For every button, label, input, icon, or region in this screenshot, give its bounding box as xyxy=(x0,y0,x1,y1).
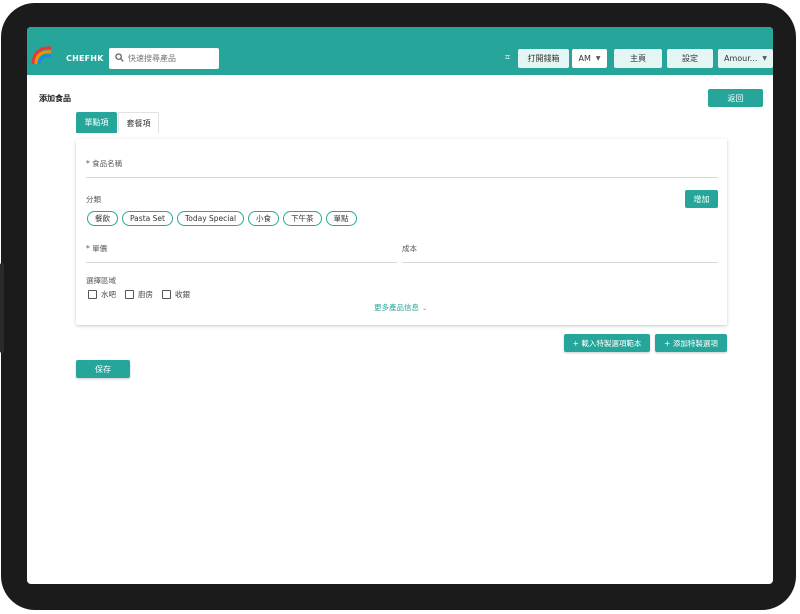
add-category-button[interactable]: 增加 xyxy=(685,190,718,208)
category-chip[interactable]: 小食 xyxy=(248,211,280,226)
chevron-down-icon: ⌄ xyxy=(422,305,428,312)
area-bar-label: 水吧 xyxy=(101,290,116,299)
cost-input[interactable] xyxy=(402,262,718,263)
category-chip[interactable]: 下午茶 xyxy=(283,211,322,226)
add-option-label: + 添加特製選項 xyxy=(664,338,718,348)
save-label: 保存 xyxy=(95,364,111,374)
open-cash-drawer-button[interactable]: 打開錢箱 xyxy=(518,49,569,68)
food-name-label: * 食品名稱 xyxy=(86,159,123,168)
app-screen: CHEFHK 快速搜尋產品 ⌗ 打開錢箱 AM ▼ 主頁 設定 Amour...… xyxy=(27,27,773,584)
cost-label: 成本 xyxy=(402,244,417,253)
area-checkbox-cashier[interactable]: 收銀 xyxy=(162,289,190,300)
add-option-button[interactable]: + 添加特製選項 xyxy=(655,334,727,352)
category-chip[interactable]: 餐飲 xyxy=(87,211,118,226)
chevron-down-icon: ▼ xyxy=(595,55,601,62)
food-form-card: * 食品名稱 分類 增加 餐飲 Pasta Set Today Special … xyxy=(76,139,727,325)
settings-label: 設定 xyxy=(682,54,698,63)
home-button[interactable]: 主頁 xyxy=(614,49,662,68)
user-label: Amour... xyxy=(723,54,758,63)
category-chip-label: 餐飲 xyxy=(95,214,110,223)
tab-single-item[interactable]: 單點項 xyxy=(76,112,117,133)
more-product-info-label: 更多產品信息 xyxy=(374,303,419,312)
category-chip[interactable]: Today Special xyxy=(176,211,245,226)
price-input[interactable] xyxy=(86,262,397,263)
checkbox-icon xyxy=(125,290,134,299)
ampm-select[interactable]: AM ▼ xyxy=(572,49,607,68)
top-navigation-bar: CHEFHK 快速搜尋產品 ⌗ 打開錢箱 AM ▼ 主頁 設定 Amour...… xyxy=(27,27,773,75)
category-chip-label: Today Special xyxy=(184,214,237,223)
more-product-info-toggle[interactable]: 更多產品信息 ⌄ xyxy=(374,302,427,313)
category-chip[interactable]: 單點 xyxy=(325,211,357,226)
back-button[interactable]: 返回 xyxy=(708,89,763,107)
home-label: 主頁 xyxy=(630,54,646,63)
back-label: 返回 xyxy=(727,93,744,103)
area-kitchen-label: 廚房 xyxy=(138,290,153,299)
quick-search-input[interactable]: 快速搜尋產品 xyxy=(109,48,219,69)
checkbox-icon xyxy=(162,290,171,299)
category-chips: 餐飲 Pasta Set Today Special 小食 下午茶 單點 xyxy=(87,211,357,226)
checkbox-icon xyxy=(88,290,97,299)
import-option-template-button[interactable]: + 載入特製選項範本 xyxy=(564,334,650,352)
category-chip-label: 單點 xyxy=(333,214,349,223)
category-label: 分類 xyxy=(86,195,101,204)
chevron-down-icon: ▼ xyxy=(762,55,768,62)
search-icon xyxy=(115,53,124,62)
grid-icon[interactable]: ⌗ xyxy=(505,53,510,63)
tab-single-item-label: 單點項 xyxy=(84,118,109,127)
brand-logo-icon xyxy=(31,46,52,65)
save-button[interactable]: 保存 xyxy=(76,360,130,378)
area-checkbox-group: 水吧 廚房 收銀 xyxy=(88,289,190,300)
tablet-side-button xyxy=(0,263,4,353)
settings-button[interactable]: 設定 xyxy=(667,49,713,68)
category-chip-label: 小食 xyxy=(256,214,272,223)
import-option-template-label: + 載入特製選項範本 xyxy=(572,338,642,348)
tab-set-meal[interactable]: 套餐項 xyxy=(118,112,159,133)
print-area-label: 選擇區域 xyxy=(86,276,116,285)
tab-set-meal-label: 套餐項 xyxy=(126,118,151,128)
category-chip[interactable]: Pasta Set xyxy=(122,211,173,226)
user-menu-button[interactable]: Amour... ▼ xyxy=(718,49,773,68)
food-name-input[interactable] xyxy=(86,177,718,178)
area-checkbox-bar[interactable]: 水吧 xyxy=(88,289,116,300)
area-cashier-label: 收銀 xyxy=(175,290,190,299)
open-cash-drawer-label: 打開錢箱 xyxy=(527,54,560,63)
price-label: * 單價 xyxy=(86,244,108,253)
add-category-label: 增加 xyxy=(693,194,710,204)
page-title: 添加食品 xyxy=(39,94,71,103)
search-placeholder: 快速搜尋產品 xyxy=(128,54,176,63)
category-chip-label: Pasta Set xyxy=(130,214,165,223)
ampm-value: AM xyxy=(578,54,591,63)
area-checkbox-kitchen[interactable]: 廚房 xyxy=(125,289,153,300)
category-chip-label: 下午茶 xyxy=(291,214,314,223)
brand-name: CHEFHK xyxy=(66,54,104,63)
